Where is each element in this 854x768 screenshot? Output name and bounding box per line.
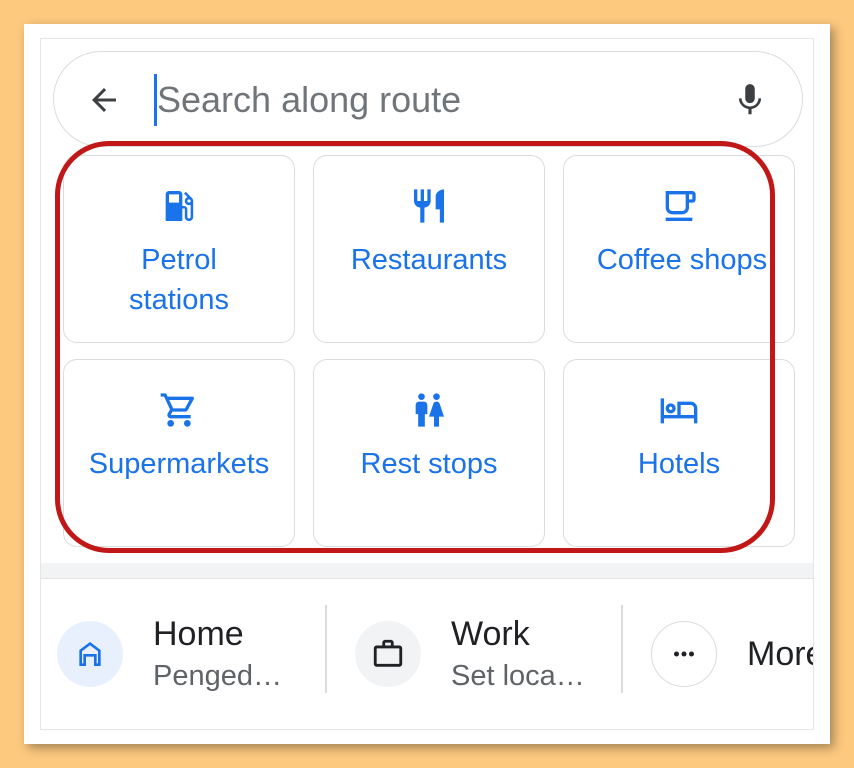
category-label: Restaurants bbox=[350, 244, 508, 276]
shortcut-text: Work Set loca… bbox=[451, 612, 585, 696]
home-icon bbox=[57, 621, 123, 687]
category-hotels[interactable]: Hotels bbox=[563, 359, 795, 547]
more-dots-icon bbox=[651, 621, 717, 687]
gas-station-icon bbox=[157, 184, 201, 228]
section-divider bbox=[41, 563, 813, 579]
fork-knife-icon bbox=[407, 184, 451, 228]
shortcut-title: More bbox=[747, 635, 813, 673]
category-label: Supermarkets bbox=[88, 448, 270, 480]
shortcut-separator bbox=[621, 605, 623, 693]
shortcut-text: Home Penged… bbox=[153, 612, 282, 696]
shortcut-text: More bbox=[747, 632, 813, 676]
coffee-cup-icon bbox=[657, 184, 701, 228]
category-label: Rest stops bbox=[360, 448, 498, 480]
category-rest-stops[interactable]: Rest stops bbox=[313, 359, 545, 547]
shortcut-separator bbox=[325, 605, 327, 693]
category-grid: Petrol stations Restaurants Coffee shops… bbox=[61, 155, 813, 555]
bed-icon bbox=[657, 388, 701, 432]
app-screen: Petrol stations Restaurants Coffee shops… bbox=[40, 38, 814, 730]
screenshot-frame: Petrol stations Restaurants Coffee shops… bbox=[24, 24, 830, 744]
briefcase-icon bbox=[355, 621, 421, 687]
category-label: Coffee shops bbox=[596, 244, 768, 276]
category-supermarkets[interactable]: Supermarkets bbox=[63, 359, 295, 547]
shortcut-home[interactable]: Home Penged… bbox=[57, 599, 282, 709]
shortcut-subtitle: Penged… bbox=[153, 660, 282, 692]
restroom-icon bbox=[407, 388, 451, 432]
microphone-icon[interactable] bbox=[728, 78, 772, 122]
category-coffee-shops[interactable]: Coffee shops bbox=[563, 155, 795, 343]
shortcut-title: Work bbox=[451, 615, 530, 653]
search-input[interactable] bbox=[154, 74, 714, 126]
shortcut-title: Home bbox=[153, 615, 244, 653]
category-label: Hotels bbox=[637, 448, 721, 480]
shortcut-subtitle: Set loca… bbox=[451, 660, 585, 692]
search-bar bbox=[53, 51, 803, 147]
arrow-left-icon[interactable] bbox=[84, 80, 124, 120]
category-restaurants[interactable]: Restaurants bbox=[313, 155, 545, 343]
shortcut-more[interactable]: More bbox=[651, 599, 813, 709]
category-label: Petrol stations bbox=[129, 244, 229, 316]
category-petrol-stations[interactable]: Petrol stations bbox=[63, 155, 295, 343]
shortcut-work[interactable]: Work Set loca… bbox=[355, 599, 585, 709]
shopping-cart-icon bbox=[157, 388, 201, 432]
